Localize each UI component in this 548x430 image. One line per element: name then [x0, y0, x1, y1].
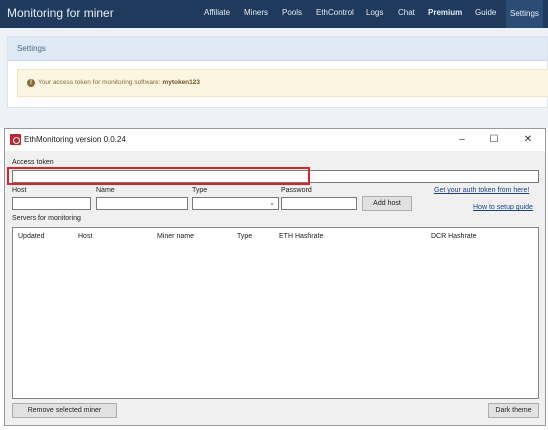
- host-label: Host: [12, 187, 27, 194]
- nav-ethcontrol[interactable]: EthControl: [316, 8, 354, 17]
- app-icon: [10, 134, 21, 145]
- nav-chat[interactable]: Chat: [398, 8, 415, 17]
- host-input[interactable]: [12, 197, 91, 210]
- site-navbar: Monitoring for miner Affiliate Miners Po…: [0, 0, 548, 28]
- nav-premium[interactable]: Premium: [428, 8, 462, 17]
- nav-logs[interactable]: Logs: [366, 8, 383, 17]
- type-select[interactable]: ⌄: [192, 197, 279, 210]
- servers-table[interactable]: Updated Host Miner name Type ETH Hashrat…: [12, 227, 539, 399]
- minimize-button[interactable]: –: [453, 132, 471, 148]
- type-label: Type: [192, 187, 208, 194]
- chevron-down-icon: ⌄: [269, 200, 275, 207]
- access-token-label: Access token: [12, 159, 54, 166]
- servers-label: Servers for monitoring: [12, 215, 81, 222]
- password-label: Password: [281, 187, 312, 194]
- nav-affiliate[interactable]: Affiliate: [204, 8, 230, 17]
- column-eth-hashrate[interactable]: ETH Hashrate: [279, 233, 323, 240]
- auth-token-link[interactable]: Get your auth token from here!: [434, 187, 529, 194]
- settings-panel-title: Settings: [17, 44, 46, 53]
- settings-panel: Settings ! Your access token for monitor…: [7, 36, 548, 108]
- name-label: Name: [96, 187, 115, 194]
- token-value: mytoken123: [162, 79, 200, 86]
- site-brand[interactable]: Monitoring for miner: [7, 6, 114, 20]
- settings-panel-header: Settings: [8, 37, 547, 61]
- window-title: EthMonitoring version 0.0.24: [24, 135, 126, 144]
- column-host[interactable]: Host: [78, 233, 92, 240]
- name-input[interactable]: [96, 197, 188, 210]
- access-token-highlight: [7, 167, 310, 185]
- nav-settings[interactable]: Settings: [506, 0, 543, 28]
- nav-miners[interactable]: Miners: [244, 8, 268, 17]
- token-alert: ! Your access token for monitoring softw…: [17, 69, 548, 97]
- dark-theme-button[interactable]: Dark theme: [488, 403, 539, 418]
- nav-pools[interactable]: Pools: [282, 8, 302, 17]
- password-input[interactable]: [281, 197, 357, 210]
- window-titlebar: EthMonitoring version 0.0.24 – ☐ ✕: [5, 129, 545, 151]
- remove-miner-button[interactable]: Remove selected miner: [12, 403, 117, 418]
- column-miner-name[interactable]: Miner name: [157, 233, 194, 240]
- setup-guide-link[interactable]: How to setup guide: [473, 204, 533, 211]
- column-type[interactable]: Type: [237, 233, 252, 240]
- info-icon: !: [27, 79, 35, 87]
- token-alert-text: Your access token for monitoring softwar…: [38, 79, 200, 86]
- column-updated[interactable]: Updated: [18, 233, 44, 240]
- close-button[interactable]: ✕: [519, 132, 537, 148]
- nav-guide[interactable]: Guide: [475, 8, 496, 17]
- column-dcr-hashrate[interactable]: DCR Hashrate: [431, 233, 477, 240]
- token-alert-prefix: Your access token for monitoring softwar…: [38, 79, 161, 86]
- add-host-button[interactable]: Add host: [362, 196, 412, 211]
- maximize-button[interactable]: ☐: [485, 132, 503, 148]
